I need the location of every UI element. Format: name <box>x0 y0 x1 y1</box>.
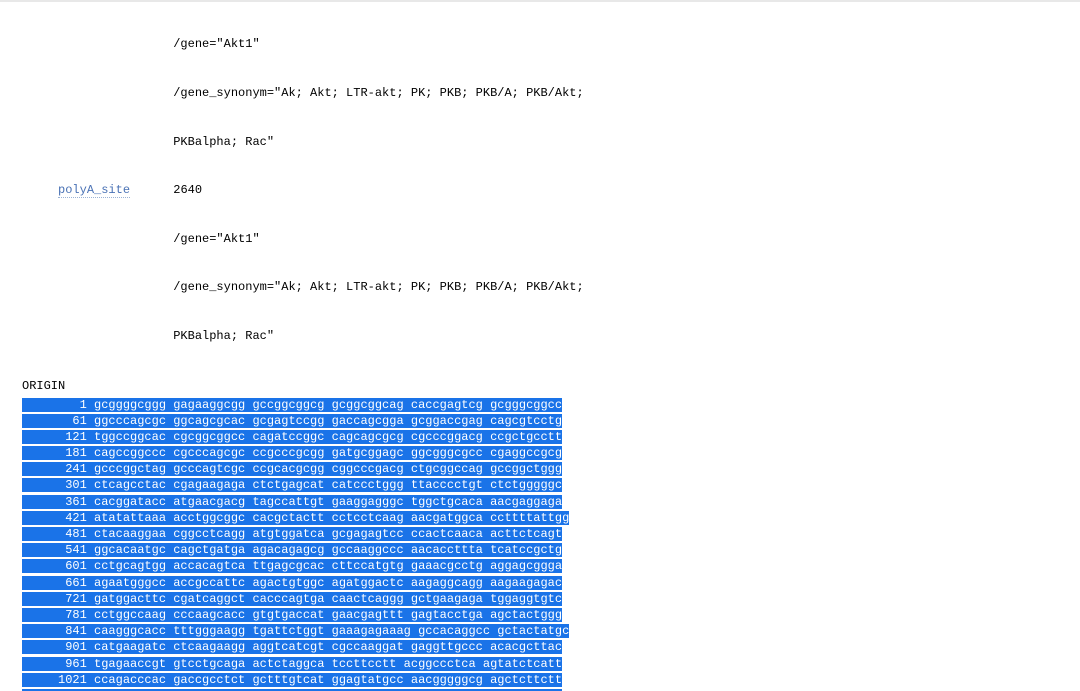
sequence-row[interactable]: 181 cagccggccc cgcccagcgc ccgcccgcgg gat… <box>22 445 1058 461</box>
sequence-row[interactable]: 61 ggcccagcgc ggcagcgcac gcgagtccgg gacc… <box>22 413 1058 429</box>
gene-synonym-line-2b: PKBalpha; Rac" <box>22 328 1058 344</box>
sequence-row-highlight[interactable]: 421 atatattaaa acctggcggc cacgctactt cct… <box>22 511 569 525</box>
sequence-row-highlight[interactable]: 1021 ccagacccac gaccgcctct gctttgtcat gg… <box>22 673 562 687</box>
sequence-row-highlight[interactable]: 181 cagccggccc cgcccagcgc ccgcccgcgg gat… <box>22 446 562 460</box>
feature-table: /gene="Akt1" /gene_synonym="Ak; Akt; LTR… <box>22 2 1058 376</box>
sequence-row-highlight[interactable]: 601 cctgcagtgg accacagtca ttgagcgcac ctt… <box>22 559 562 573</box>
sequence-row-highlight[interactable]: 781 cctggccaag cccaagcacc gtgtgaccat gaa… <box>22 608 562 622</box>
sequence-row-highlight[interactable]: 361 cacggatacc atgaacgacg tagccattgt gaa… <box>22 495 562 509</box>
sequence-row[interactable]: 121 tggccggcac cgcggcggcc cagatccggc cag… <box>22 429 1058 445</box>
sequence-row-highlight[interactable]: 961 tgagaaccgt gtcctgcaga actctaggca tcc… <box>22 657 562 671</box>
feature-key-polya-site[interactable]: polyA_site <box>58 183 130 198</box>
sequence-row[interactable]: 541 ggcacaatgc cagctgatga agacagagcg gcc… <box>22 542 1058 558</box>
origin-header: ORIGIN <box>22 376 1058 394</box>
gene-synonym-line-1: /gene_synonym="Ak; Akt; LTR-akt; PK; PKB… <box>22 85 1058 101</box>
sequence-row-highlight[interactable]: 1 gcggggcggg gagaaggcgg gccggcggcg gcggc… <box>22 398 562 412</box>
gene-synonym-line-2: /gene_synonym="Ak; Akt; LTR-akt; PK; PKB… <box>22 279 1058 295</box>
polya-site-line: polyA_site 2640 <box>22 182 1058 198</box>
sequence-row[interactable]: 841 caagggcacc tttgggaagg tgattctggt gaa… <box>22 623 1058 639</box>
sequence-row[interactable]: 721 gatggacttc cgatcaggct cacccagtga caa… <box>22 591 1058 607</box>
gene-qualifier-line: /gene="Akt1" <box>22 36 1058 52</box>
sequence-row-highlight[interactable]: 241 gcccggctag gcccagtcgc ccgcacgcgg cgg… <box>22 462 562 476</box>
sequence-row[interactable]: 421 atatattaaa acctggcggc cacgctactt cct… <box>22 510 1058 526</box>
sequence-row-highlight[interactable]: 841 caagggcacc tttgggaagg tgattctggt gaa… <box>22 624 569 638</box>
sequence-row-highlight[interactable]: 721 gatggacttc cgatcaggct cacccagtga caa… <box>22 592 562 606</box>
sequence-row[interactable]: 301 ctcagcctac cgagaagaga ctctgagcat cat… <box>22 477 1058 493</box>
sequence-row-highlight[interactable]: 301 ctcagcctac cgagaagaga ctctgagcat cat… <box>22 478 562 492</box>
sequence-row[interactable]: 601 cctgcagtgg accacagtca ttgagcgcac ctt… <box>22 558 1058 574</box>
sequence-row-highlight[interactable]: 121 tggccggcac cgcggcggcc cagatccggc cag… <box>22 430 562 444</box>
sequence-row-highlight[interactable]: 481 ctacaaggaa cggcctcagg atgtggatca gcg… <box>22 527 562 541</box>
sequence-row[interactable]: 1021 ccagacccac gaccgcctct gctttgtcat gg… <box>22 672 1058 688</box>
sequence-row[interactable]: 241 gcccggctag gcccagtcgc ccgcacgcgg cgg… <box>22 461 1058 477</box>
sequence-row[interactable]: 361 cacggatacc atgaacgacg tagccattgt gaa… <box>22 494 1058 510</box>
gene-qualifier-line-2: /gene="Akt1" <box>22 231 1058 247</box>
sequence-block[interactable]: 1 gcggggcggg gagaaggcgg gccggcggcg gcggc… <box>22 395 1058 691</box>
sequence-row[interactable]: 481 ctacaaggaa cggcctcagg atgtggatca gcg… <box>22 526 1058 542</box>
sequence-row[interactable]: 661 agaatgggcc accgccattc agactgtggc aga… <box>22 575 1058 591</box>
gene-synonym-line-1b: PKBalpha; Rac" <box>22 134 1058 150</box>
sequence-row[interactable]: 1 gcggggcggg gagaaggcgg gccggcggcg gcggc… <box>22 397 1058 413</box>
sequence-row[interactable]: 901 catgaagatc ctcaagaagg aggtcatcgt cgc… <box>22 639 1058 655</box>
sequence-row-highlight[interactable]: 61 ggcccagcgc ggcagcgcac gcgagtccgg gacc… <box>22 414 562 428</box>
sequence-row-highlight[interactable]: 661 agaatgggcc accgccattc agactgtggc aga… <box>22 576 562 590</box>
genbank-record-viewport: /gene="Akt1" /gene_synonym="Ak; Akt; LTR… <box>0 0 1080 691</box>
sequence-row-highlight[interactable]: 901 catgaagatc ctcaagaagg aggtcatcgt cgc… <box>22 640 562 654</box>
sequence-row-highlight[interactable]: 541 ggcacaatgc cagctgatga agacagagcg gcc… <box>22 543 562 557</box>
sequence-row[interactable]: 961 tgagaaccgt gtcctgcaga actctaggca tcc… <box>22 656 1058 672</box>
sequence-row[interactable]: 781 cctggccaag cccaagcacc gtgtgaccat gaa… <box>22 607 1058 623</box>
